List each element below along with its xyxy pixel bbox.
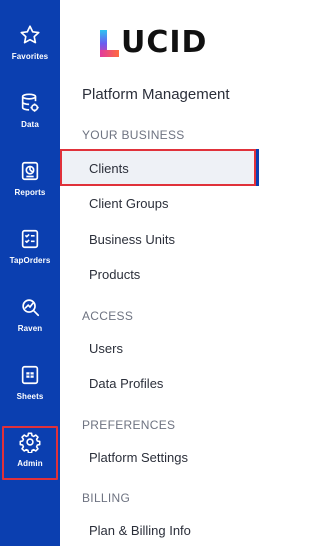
nav-item-client-groups[interactable]: Client Groups <box>89 196 168 211</box>
rail-item-label: Raven <box>17 324 43 333</box>
left-nav-rail: Favorites Data Reports TapOrders Raven S… <box>0 0 60 546</box>
section-heading-preferences: PREFERENCES <box>82 418 176 432</box>
section-heading-your-business: YOUR BUSINESS <box>82 128 185 142</box>
database-icon <box>19 92 41 114</box>
nav-item-users[interactable]: Users <box>89 341 123 356</box>
sheet-icon <box>19 364 41 386</box>
rail-item-data[interactable]: Data <box>0 86 60 146</box>
platform-management-panel: UCID Platform Management YOUR BUSINESS C… <box>60 0 259 546</box>
lucid-logo: UCID <box>98 26 207 60</box>
logo-wordmark: UCID <box>121 25 208 60</box>
nav-item-business-units[interactable]: Business Units <box>89 232 175 247</box>
rail-item-sheets[interactable]: Sheets <box>0 358 60 418</box>
rail-item-label: TapOrders <box>9 256 51 265</box>
rail-item-reports[interactable]: Reports <box>0 154 60 214</box>
rail-item-label: Sheets <box>16 392 44 401</box>
rail-item-taporders[interactable]: TapOrders <box>0 222 60 282</box>
rail-item-label: Reports <box>14 188 46 197</box>
rail-item-label: Data <box>21 120 39 129</box>
rail-item-label: Favorites <box>11 52 49 61</box>
nav-item-clients[interactable]: Clients <box>60 149 256 186</box>
logo-l-mark <box>98 27 120 59</box>
nav-item-platform-settings[interactable]: Platform Settings <box>89 450 188 465</box>
report-icon <box>19 160 41 182</box>
star-icon <box>19 24 41 46</box>
nav-item-data-profiles[interactable]: Data Profiles <box>89 376 163 391</box>
rail-item-admin[interactable]: Admin <box>2 426 58 480</box>
section-heading-access: ACCESS <box>82 309 134 323</box>
section-heading-billing: BILLING <box>82 491 131 505</box>
nav-item-label: Clients <box>89 161 129 176</box>
gear-icon <box>19 431 41 453</box>
rail-item-label: Admin <box>17 459 43 468</box>
nav-item-plan-billing-info[interactable]: Plan & Billing Info <box>89 523 191 538</box>
rail-item-favorites[interactable]: Favorites <box>0 18 60 78</box>
active-indicator <box>256 149 259 186</box>
nav-item-products[interactable]: Products <box>89 267 140 282</box>
raven-icon <box>19 296 41 318</box>
page-title: Platform Management <box>82 86 230 103</box>
rail-item-raven[interactable]: Raven <box>0 290 60 350</box>
checklist-icon <box>19 228 41 250</box>
